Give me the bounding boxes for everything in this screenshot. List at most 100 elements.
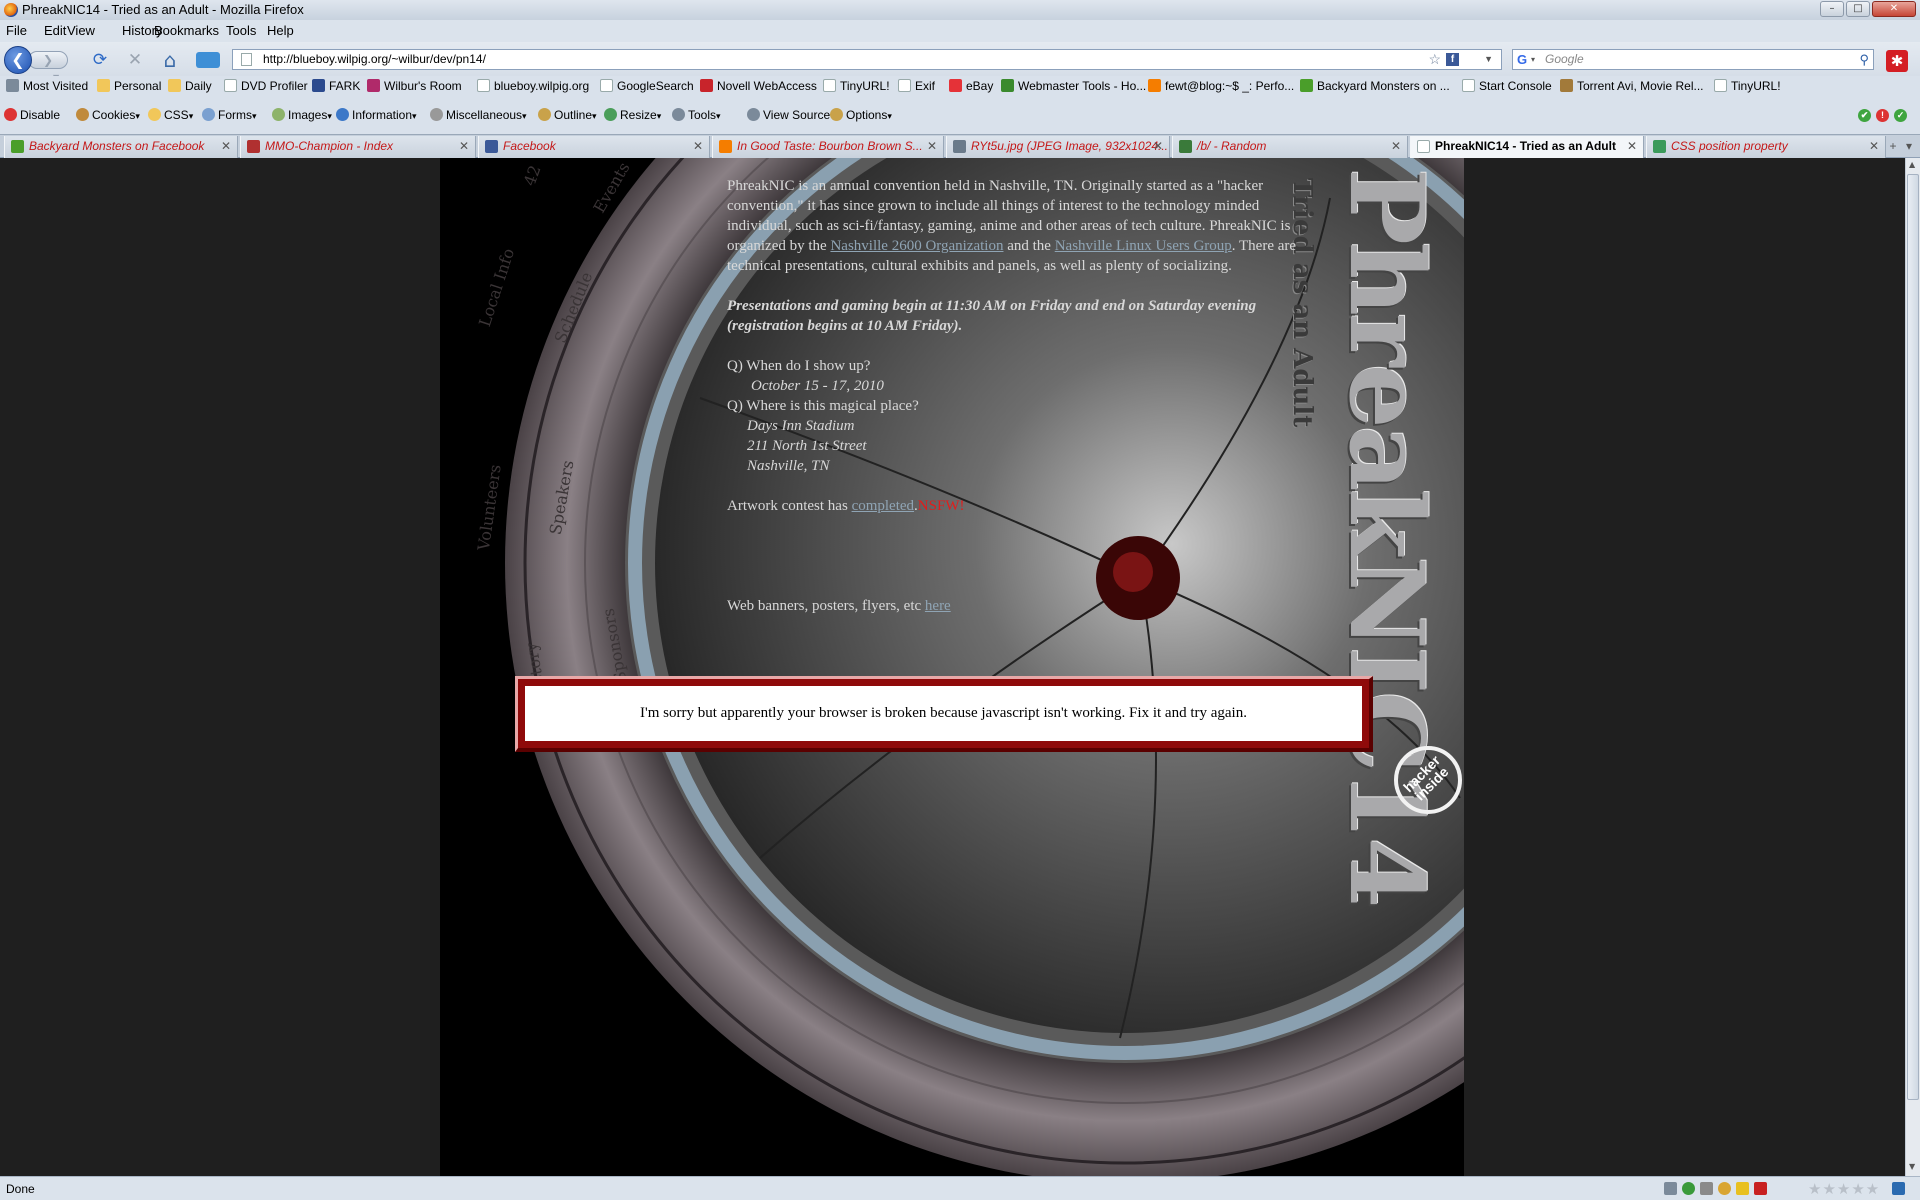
reload-icon[interactable]: ⟳ xyxy=(90,50,110,70)
tab-1[interactable]: Backyard Monsters on Facebook ✕ xyxy=(4,136,238,158)
bookmark-star-icon[interactable]: ☆ xyxy=(1428,50,1441,69)
scroll-up-icon[interactable]: ▲ xyxy=(1909,160,1915,169)
bookmark-item[interactable]: eBay xyxy=(949,79,993,93)
menu-view[interactable]: View xyxy=(67,23,95,38)
close-tab-icon[interactable]: ✕ xyxy=(459,136,469,157)
status-ok-icon[interactable]: ✔ xyxy=(1858,109,1871,122)
devtool-label: CSS xyxy=(164,108,189,122)
nashville-lug-link[interactable]: Nashville Linux Users Group xyxy=(1055,238,1232,254)
status-error-icon[interactable]: ! xyxy=(1876,109,1889,122)
bookmark-item[interactable]: Personal xyxy=(97,79,161,93)
bookmark-item[interactable]: blueboy.wilpig.org xyxy=(477,79,589,93)
gear-icon xyxy=(6,79,19,92)
url-bar[interactable]: http://blueboy.wilpig.org/~wilbur/dev/pn… xyxy=(232,49,1502,70)
adblock-icon[interactable] xyxy=(1682,1182,1695,1195)
close-tab-icon[interactable]: ✕ xyxy=(927,136,937,157)
bookmark-item[interactable]: Exif xyxy=(898,79,935,93)
devtool-css[interactable]: CSS▾ xyxy=(148,108,193,122)
search-icon[interactable]: ⚲ xyxy=(1859,50,1869,69)
tab-2[interactable]: MMO-Champion - Index ✕ xyxy=(240,136,476,158)
bookmark-item[interactable]: Webmaster Tools - Ho... xyxy=(1001,79,1146,93)
twitter-icon[interactable] xyxy=(1892,1182,1905,1195)
url-dropdown-icon[interactable]: ▼ xyxy=(1484,50,1493,69)
bookmark-item[interactable]: Wilbur's Room xyxy=(367,79,462,93)
close-tab-icon[interactable]: ✕ xyxy=(221,136,231,157)
minimize-button[interactable]: – xyxy=(1820,1,1844,17)
bookmark-item[interactable]: Most Visited xyxy=(6,79,88,93)
dropdown-arrow-icon: ▾ xyxy=(522,111,527,121)
tab-3[interactable]: Facebook ✕ xyxy=(478,136,710,158)
devtool-options[interactable]: Options▾ xyxy=(830,108,892,122)
bookmark-item[interactable]: TinyURL! xyxy=(1714,79,1781,93)
scroll-down-icon[interactable]: ▼ xyxy=(1909,1162,1915,1171)
bookmark-item[interactable]: Torrent Avi, Movie Rel... xyxy=(1560,79,1704,93)
warning-icon[interactable] xyxy=(1736,1182,1749,1195)
page-info-icon[interactable] xyxy=(1664,1182,1677,1195)
devtool-tools[interactable]: Tools▾ xyxy=(672,108,721,122)
bookmark-item[interactable]: FARK xyxy=(312,79,360,93)
stop-icon[interactable]: ✕ xyxy=(125,50,145,70)
bookmark-item[interactable]: Daily xyxy=(168,79,212,93)
devtool-information[interactable]: Information▾ xyxy=(336,108,417,122)
bookmark-item[interactable]: Novell WebAccess xyxy=(700,79,817,93)
list-tabs-icon[interactable]: ▾ xyxy=(1900,136,1918,158)
devtool-resize[interactable]: Resize▾ xyxy=(604,108,661,122)
forward-button[interactable]: ❯▼ xyxy=(28,51,68,82)
menu-help[interactable]: Help xyxy=(267,23,294,38)
bookmark-item[interactable]: TinyURL! xyxy=(823,79,890,93)
devtool-label: Options xyxy=(846,108,888,122)
vertical-scrollbar[interactable]: ▲ ▼ xyxy=(1905,158,1920,1176)
smiley-icon[interactable] xyxy=(1718,1182,1731,1195)
page-icon xyxy=(823,79,836,92)
close-window-button[interactable]: ✕ xyxy=(1872,1,1916,17)
devtool-images[interactable]: Images▾ xyxy=(272,108,332,122)
menu-edit[interactable]: Edit xyxy=(44,23,66,38)
tab-7[interactable]: PhreakNIC14 - Tried as an Adult ✕ xyxy=(1410,136,1644,159)
search-input[interactable]: Google xyxy=(1545,52,1584,66)
close-tab-icon[interactable]: ✕ xyxy=(1869,136,1879,157)
pdf-icon[interactable] xyxy=(1754,1182,1767,1195)
menu-bookmarks[interactable]: Bookmarks xyxy=(154,23,219,38)
addon-badge-icon[interactable]: ✱ xyxy=(1886,50,1908,72)
tab-5[interactable]: RYt5u.jpg (JPEG Image, 932x1024... ✕ xyxy=(946,136,1170,158)
bookmark-label: TinyURL! xyxy=(1731,79,1781,93)
maximize-button[interactable]: □ xyxy=(1846,1,1870,17)
close-tab-icon[interactable]: ✕ xyxy=(1627,136,1637,157)
search-engine-dropdown-icon[interactable]: ▾ xyxy=(1531,50,1535,69)
devtool-disable[interactable]: Disable xyxy=(4,108,60,122)
nashville-2600-link[interactable]: Nashville 2600 Organization xyxy=(830,238,1003,254)
scrollbar-thumb[interactable] xyxy=(1907,174,1919,1100)
artwork-completed-link[interactable]: completed xyxy=(852,498,914,514)
home-icon[interactable]: ⌂ xyxy=(160,50,180,70)
google-icon[interactable]: G xyxy=(1517,52,1531,67)
bookmark-item[interactable]: Start Console xyxy=(1462,79,1552,93)
bookmark-item[interactable]: fewt@blog:~$ _: Perfo... xyxy=(1148,79,1294,93)
tab-8[interactable]: CSS position property ✕ xyxy=(1646,136,1886,158)
bookmark-item[interactable]: Backyard Monsters on ... xyxy=(1300,79,1450,93)
close-tab-icon[interactable]: ✕ xyxy=(693,136,703,157)
menu-file[interactable]: File xyxy=(6,23,27,38)
image-icon xyxy=(953,140,966,153)
devtool-label: Forms xyxy=(218,108,252,122)
bookmark-item[interactable]: DVD Profiler xyxy=(224,79,308,93)
devtool-cookies[interactable]: Cookies▾ xyxy=(76,108,140,122)
close-tab-icon[interactable]: ✕ xyxy=(1391,136,1401,157)
facebook-share-icon[interactable]: f xyxy=(1446,53,1459,66)
tools-status-icon[interactable] xyxy=(1700,1182,1713,1195)
status-check-icon[interactable]: ✓ xyxy=(1894,109,1907,122)
banners-here-link[interactable]: here xyxy=(925,598,951,614)
bookmark-item[interactable]: GoogleSearch xyxy=(600,79,694,93)
banners-line: Web banners, posters, flyers, etc here xyxy=(727,596,1317,616)
screen-icon[interactable] xyxy=(196,52,220,68)
devtool-view-source[interactable]: View Source▾ xyxy=(747,108,835,122)
devtool-miscellaneous[interactable]: Miscellaneous▾ xyxy=(430,108,527,122)
tab-6[interactable]: /b/ - Random ✕ xyxy=(1172,136,1408,158)
search-bar[interactable]: G ▾ Google ⚲ xyxy=(1512,49,1874,70)
devtool-forms[interactable]: Forms▾ xyxy=(202,108,257,122)
rating-stars[interactable]: ★★★★★ xyxy=(1808,1180,1880,1198)
close-tab-icon[interactable]: ✕ xyxy=(1153,136,1163,157)
tab-4[interactable]: In Good Taste: Bourbon Brown S... ✕ xyxy=(712,136,944,158)
devtool-outline[interactable]: Outline▾ xyxy=(538,108,597,122)
back-button[interactable]: ❮ xyxy=(4,46,32,74)
menu-tools[interactable]: Tools xyxy=(226,23,256,38)
